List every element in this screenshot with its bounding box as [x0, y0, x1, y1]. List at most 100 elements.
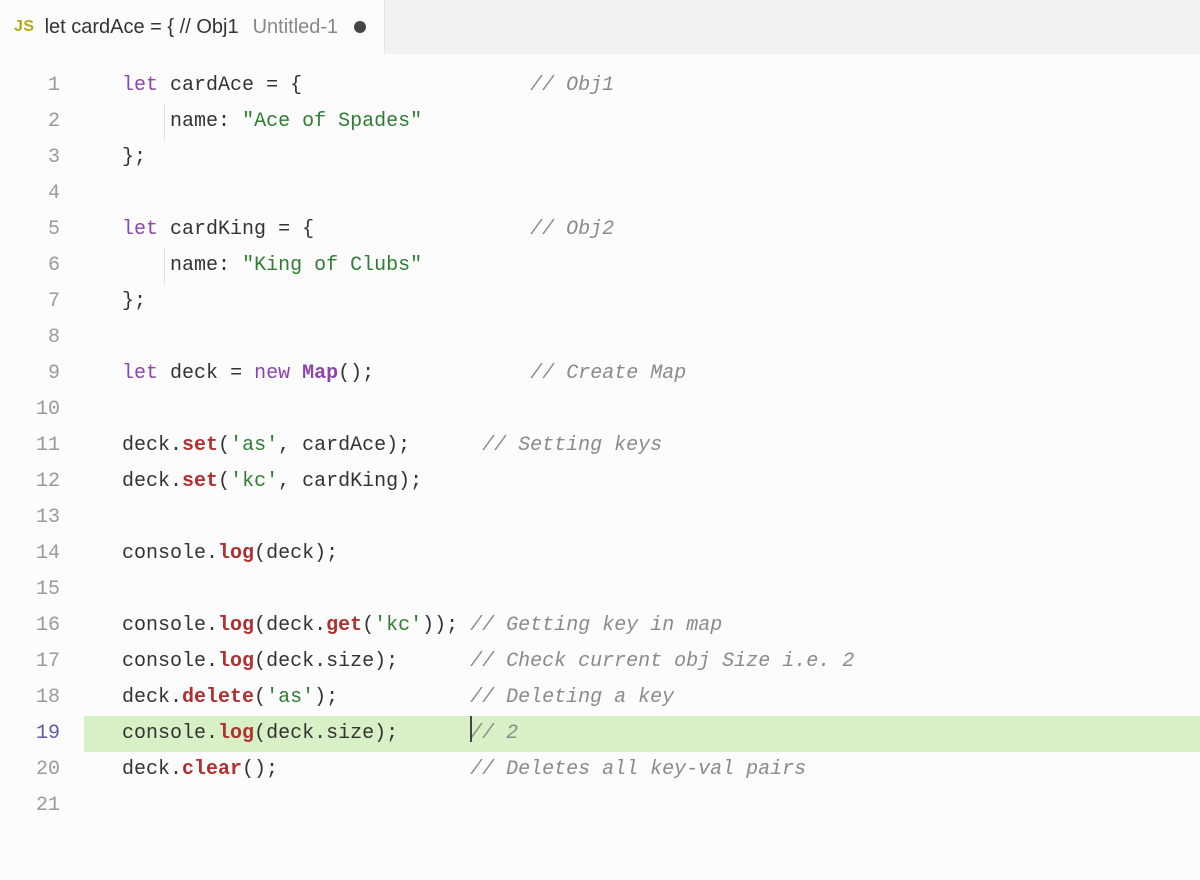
code-line[interactable] — [84, 392, 1200, 428]
editor-tab[interactable]: JS let cardAce = { // Obj1 Untitled-1 — [0, 0, 385, 54]
line-number[interactable]: 17 — [0, 644, 60, 680]
code-line[interactable]: deck.set('kc', cardKing); — [84, 464, 1200, 500]
token-comment: // Deleting a key — [470, 686, 674, 709]
token-var: deck — [122, 686, 170, 709]
token-var: deck — [266, 542, 314, 565]
token-var: console — [122, 614, 206, 637]
line-number[interactable]: 3 — [0, 140, 60, 176]
token-punc: }; — [122, 146, 146, 169]
code-line[interactable] — [84, 572, 1200, 608]
line-number[interactable]: 11 — [0, 428, 60, 464]
code-line[interactable]: deck.clear(); // Deletes all key-val pai… — [84, 752, 1200, 788]
code-area[interactable]: let cardAce = { // Obj1 name: "Ace of Sp… — [84, 54, 1200, 880]
token-punc: ( — [254, 614, 266, 637]
token-punc: . — [170, 434, 182, 457]
line-number[interactable]: 4 — [0, 176, 60, 212]
token-punc: ); — [374, 722, 398, 745]
token-fn: set — [182, 434, 218, 457]
token-comment: // Obj1 — [530, 74, 614, 97]
token-var: cardKing — [170, 218, 266, 241]
token-var: cardAce — [302, 434, 386, 457]
token-punc: = — [230, 362, 242, 385]
token-punc: ( — [218, 470, 230, 493]
code-line[interactable]: console.log(deck.size); // Check current… — [84, 644, 1200, 680]
token-fn: log — [218, 614, 254, 637]
token-punc: . — [206, 650, 218, 673]
code-line[interactable] — [84, 176, 1200, 212]
token-str: 'as' — [266, 686, 314, 709]
code-line[interactable]: let cardAce = { // Obj1 — [84, 68, 1200, 104]
code-line[interactable]: }; — [84, 284, 1200, 320]
tab-title: let cardAce = { // Obj1 — [45, 16, 239, 39]
code-line[interactable] — [84, 788, 1200, 824]
token-punc: : — [218, 110, 230, 133]
token-punc: . — [314, 650, 326, 673]
indent-guide — [164, 104, 165, 140]
line-number[interactable]: 16 — [0, 608, 60, 644]
token-var: deck — [170, 362, 218, 385]
code-line[interactable]: console.log(deck); — [84, 536, 1200, 572]
token-str: 'kc' — [374, 614, 422, 637]
code-line[interactable]: deck.set('as', cardAce); // Setting keys — [84, 428, 1200, 464]
line-number-gutter[interactable]: 123456789101112131415161718192021 — [0, 54, 84, 880]
code-line[interactable]: console.log(deck.size); // 2 — [84, 716, 1200, 752]
code-line[interactable]: let deck = new Map(); // Create Map — [84, 356, 1200, 392]
token-punc: ( — [254, 542, 266, 565]
code-line[interactable] — [84, 320, 1200, 356]
token-punc: = — [266, 74, 278, 97]
code-line[interactable]: name: "King of Clubs" — [84, 248, 1200, 284]
unsaved-indicator-icon[interactable] — [354, 21, 366, 33]
line-number[interactable]: 12 — [0, 464, 60, 500]
javascript-file-icon: JS — [14, 18, 35, 36]
code-line[interactable]: let cardKing = { // Obj2 — [84, 212, 1200, 248]
token-punc: ); — [386, 434, 410, 457]
token-punc: ); — [314, 542, 338, 565]
line-number[interactable]: 14 — [0, 536, 60, 572]
token-var: console — [122, 542, 206, 565]
token-str: 'as' — [230, 434, 278, 457]
code-line[interactable]: console.log(deck.get('kc')); // Getting … — [84, 608, 1200, 644]
token-punc: ); — [314, 686, 338, 709]
token-punc: . — [170, 470, 182, 493]
code-line[interactable]: name: "Ace of Spades" — [84, 104, 1200, 140]
token-punc: . — [206, 614, 218, 637]
token-punc: (); — [338, 362, 374, 385]
code-line[interactable]: deck.delete('as'); // Deleting a key — [84, 680, 1200, 716]
token-punc: : — [218, 254, 230, 277]
line-number[interactable]: 20 — [0, 752, 60, 788]
code-line[interactable]: }; — [84, 140, 1200, 176]
code-editor[interactable]: 123456789101112131415161718192021 let ca… — [0, 54, 1200, 880]
line-number[interactable]: 21 — [0, 788, 60, 824]
line-number[interactable]: 13 — [0, 500, 60, 536]
line-number[interactable]: 8 — [0, 320, 60, 356]
token-prop: name — [170, 254, 218, 277]
token-var: cardAce — [170, 74, 254, 97]
line-number[interactable]: 1 — [0, 68, 60, 104]
token-kw: let — [122, 74, 158, 97]
code-line[interactable] — [84, 500, 1200, 536]
line-number[interactable]: 9 — [0, 356, 60, 392]
token-punc: ( — [254, 722, 266, 745]
token-punc: ( — [254, 650, 266, 673]
line-number[interactable]: 5 — [0, 212, 60, 248]
line-number[interactable]: 10 — [0, 392, 60, 428]
token-punc: . — [206, 542, 218, 565]
token-fn: get — [326, 614, 362, 637]
token-prop: size — [326, 722, 374, 745]
line-number[interactable]: 15 — [0, 572, 60, 608]
token-prop: name — [170, 110, 218, 133]
token-punc: }; — [122, 290, 146, 313]
token-comment: // Check current obj Size i.e. 2 — [470, 650, 854, 673]
token-str: "Ace of Spades" — [242, 110, 422, 133]
line-number[interactable]: 19 — [0, 716, 60, 752]
line-number[interactable]: 2 — [0, 104, 60, 140]
line-number[interactable]: 18 — [0, 680, 60, 716]
token-punc: ); — [374, 650, 398, 673]
token-fn: log — [218, 722, 254, 745]
token-punc: { — [290, 74, 302, 97]
line-number[interactable]: 7 — [0, 284, 60, 320]
line-number[interactable]: 6 — [0, 248, 60, 284]
token-fn: delete — [182, 686, 254, 709]
token-punc: . — [314, 722, 326, 745]
token-kw: new — [254, 362, 290, 385]
